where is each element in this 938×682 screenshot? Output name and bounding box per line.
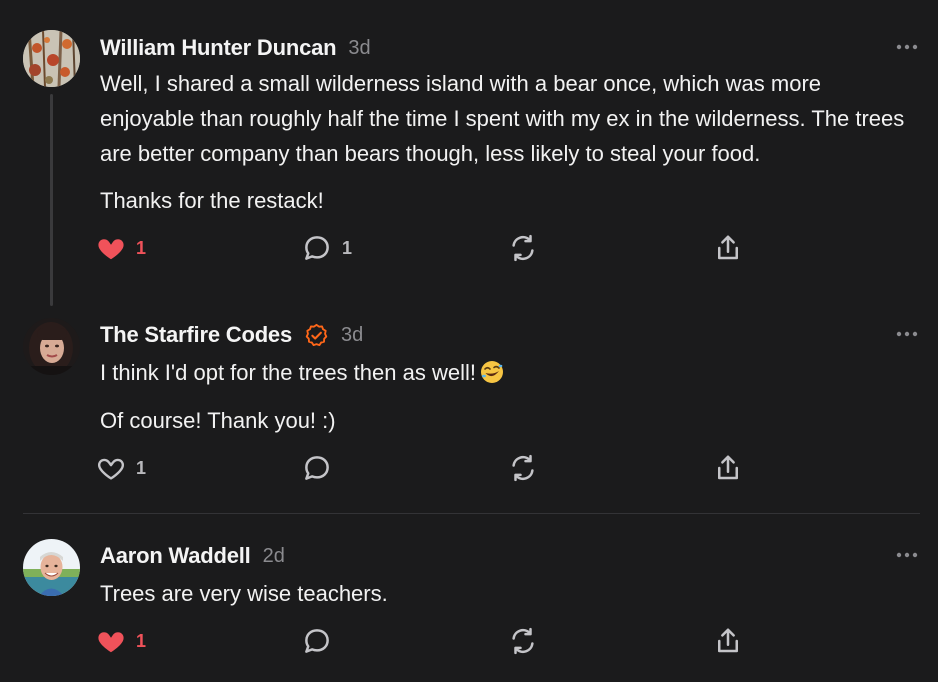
author-name[interactable]: The Starfire Codes [100, 322, 292, 348]
like-button[interactable]: 1 [96, 626, 146, 656]
comment-icon [305, 629, 329, 653]
comment-body-paragraph: Thanks for the restack! [100, 188, 324, 213]
comment-actions: 1 [96, 626, 756, 656]
timestamp[interactable]: 3d [341, 324, 363, 347]
timestamp[interactable]: 3d [348, 37, 370, 60]
restack-icon [512, 454, 534, 482]
comment-header: William Hunter Duncan 3d [100, 34, 371, 62]
reply-button[interactable]: 1 [302, 233, 352, 263]
comment-header: The Starfire Codes 3d [100, 321, 363, 349]
restack-button[interactable] [508, 453, 538, 483]
comment-body-paragraph: Of course! Thank you! :) [100, 408, 336, 433]
more-icon[interactable] [896, 552, 918, 558]
restack-icon [512, 234, 534, 262]
avatar[interactable] [23, 318, 80, 375]
author-name[interactable]: Aaron Waddell [100, 543, 251, 569]
timestamp[interactable]: 2d [263, 545, 285, 568]
comment-actions: 1 1 [96, 233, 756, 263]
comment-the-starfire-codes: The Starfire Codes 3d I think I'd opt fo… [0, 300, 938, 513]
reply-count: 1 [342, 237, 353, 258]
comment-text: I think I'd opt for the trees then as we… [100, 360, 476, 385]
comment-body-paragraph: Trees are very wise teachers. [100, 581, 388, 606]
restack-button[interactable] [508, 626, 538, 656]
restack-button[interactable] [508, 233, 538, 263]
like-count: 1 [136, 630, 147, 651]
restack-icon [512, 627, 534, 655]
rolling-laughing-emoji-icon [480, 361, 503, 383]
share-icon [718, 628, 738, 653]
share-button[interactable] [713, 626, 743, 656]
comment-actions: 1 [96, 453, 756, 483]
share-button[interactable] [713, 453, 743, 483]
comment-icon [305, 236, 329, 260]
reply-button[interactable] [302, 626, 332, 656]
avatar-image [23, 30, 80, 87]
comment-william-hunter-duncan: William Hunter Duncan 3d Well, I shared … [0, 0, 938, 300]
heart-icon [98, 632, 124, 653]
like-button[interactable]: 1 [96, 453, 146, 483]
reply-button[interactable] [302, 453, 332, 483]
verified-badge-icon [305, 323, 328, 346]
author-name[interactable]: William Hunter Duncan [100, 35, 337, 61]
avatar-image [23, 318, 80, 375]
comment-body-paragraph: Well, I shared a small wilderness island… [100, 71, 905, 166]
heart-icon [98, 239, 124, 260]
comment-aaron-waddell: Aaron Waddell 2d Trees are very wise tea… [0, 514, 938, 682]
share-icon [718, 235, 738, 260]
more-icon[interactable] [896, 44, 918, 50]
avatar-image [23, 539, 80, 596]
heart-icon [98, 458, 124, 480]
share-icon [718, 455, 738, 480]
avatar[interactable] [23, 539, 80, 596]
more-icon[interactable] [896, 331, 918, 337]
like-count: 1 [136, 237, 147, 258]
like-button[interactable]: 1 [96, 233, 146, 263]
like-count: 1 [136, 457, 147, 478]
comment-icon [305, 456, 329, 480]
avatar[interactable] [23, 30, 80, 87]
comment-header: Aaron Waddell 2d [100, 542, 285, 570]
share-button[interactable] [713, 233, 743, 263]
comment-body-paragraph: I think I'd opt for the trees then as we… [100, 355, 915, 390]
